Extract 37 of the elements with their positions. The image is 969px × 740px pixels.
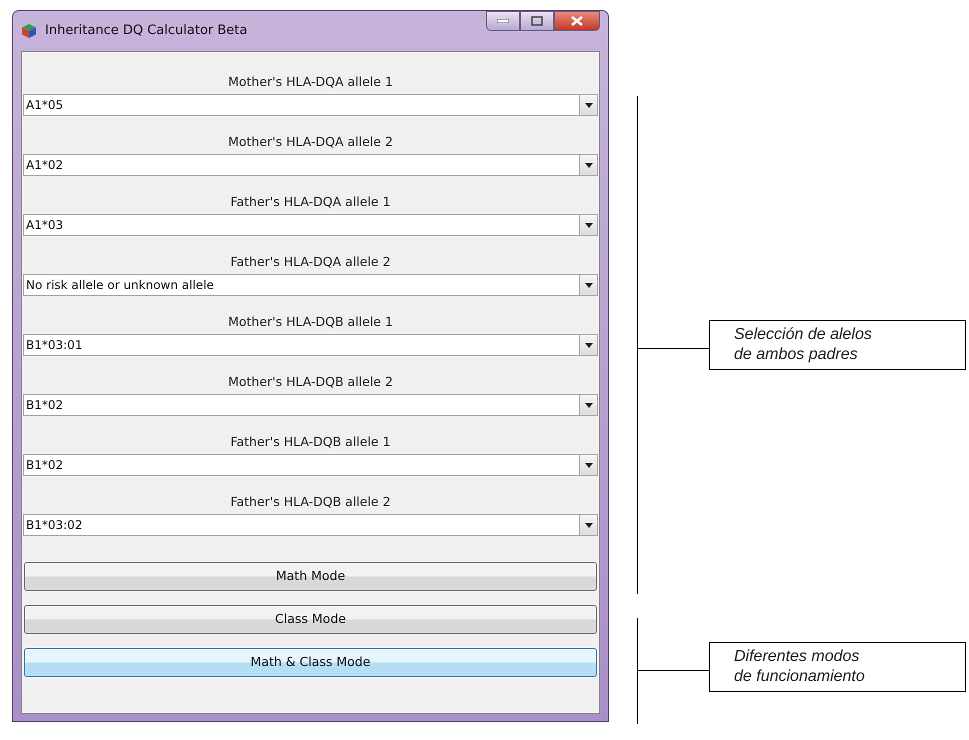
mode-button[interactable]: Math & Class Mode	[24, 648, 597, 677]
annotation-label: Diferentes modos de funcionamiento	[709, 642, 966, 692]
allele-dropdown[interactable]: B1*03:02	[23, 514, 598, 536]
allele-dropdown[interactable]: B1*02	[23, 454, 598, 476]
allele-dropdown[interactable]: No risk allele or unknown allele	[23, 274, 598, 296]
dropdown-arrow-icon	[584, 222, 592, 228]
field-label: Mother's HLA-DQA allele 1	[227, 73, 394, 91]
field-label: Mother's HLA-DQB allele 1	[227, 313, 394, 331]
close-icon	[571, 16, 583, 26]
maximize-icon	[531, 16, 543, 26]
annotation-label: Selección de alelos de ambos padres	[709, 320, 966, 370]
allele-dropdown[interactable]: A1*02	[23, 154, 598, 176]
allele-dropdown[interactable]: B1*02	[23, 394, 598, 416]
field-label: Mother's HLA-DQA allele 2	[227, 133, 394, 151]
allele-dropdown[interactable]: B1*03:01	[23, 334, 598, 356]
dropdown-arrow-icon	[584, 102, 592, 108]
maximize-button[interactable]	[520, 11, 554, 31]
allele-dropdown[interactable]: A1*03	[23, 214, 598, 236]
minimize-button[interactable]	[486, 11, 520, 31]
window-title: Inheritance DQ Calculator Beta	[45, 22, 248, 40]
allele-dropdown[interactable]: A1*05	[23, 94, 598, 116]
dropdown-arrow-icon	[584, 282, 592, 288]
field-label: Mother's HLA-DQB allele 2	[227, 373, 394, 391]
dropdown-arrow-icon	[584, 402, 592, 408]
dropdown-arrow-icon	[584, 522, 592, 528]
dropdown-arrow-icon	[584, 162, 592, 168]
cube-icon	[21, 23, 37, 39]
field-label: Father's HLA-DQA allele 2	[229, 253, 392, 271]
field-label: Father's HLA-DQB allele 1	[229, 433, 392, 451]
mode-button[interactable]: Class Mode	[24, 605, 597, 634]
minimize-icon	[497, 19, 509, 23]
field-label: Father's HLA-DQB allele 2	[229, 493, 392, 511]
field-label: Father's HLA-DQA allele 1	[229, 193, 392, 211]
dropdown-arrow-icon	[584, 462, 592, 468]
close-button[interactable]	[554, 11, 600, 31]
mode-button[interactable]: Math Mode	[24, 562, 597, 591]
dropdown-arrow-icon	[584, 342, 592, 348]
